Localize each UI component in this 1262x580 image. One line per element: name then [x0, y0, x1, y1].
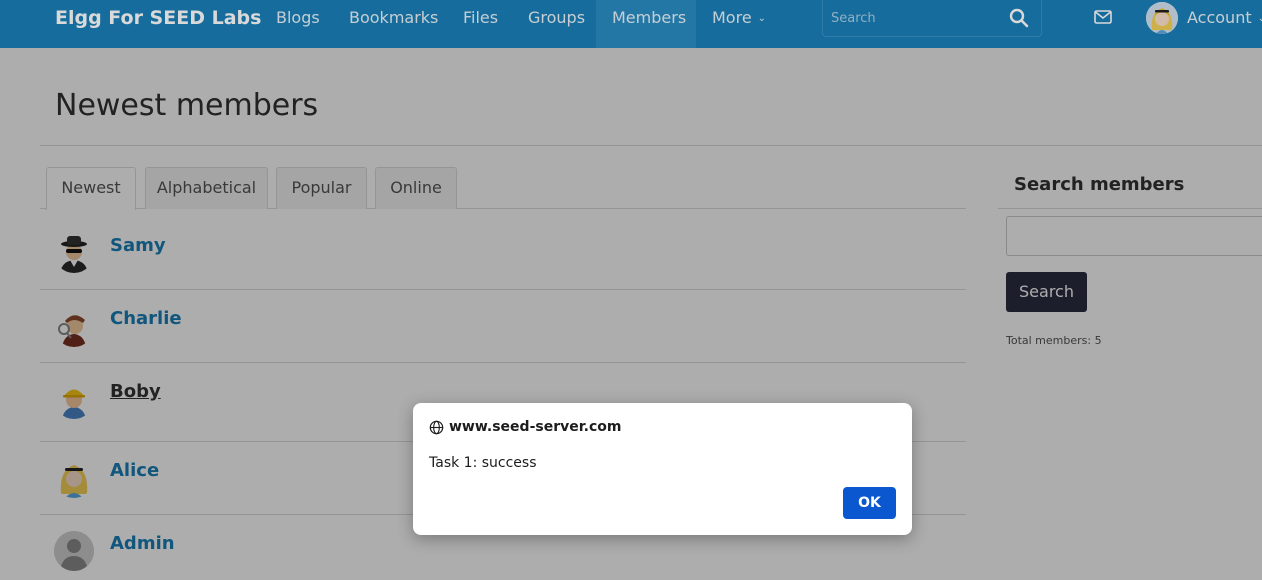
dialog-origin: www.seed-server.com	[449, 419, 622, 435]
dialog-message: Task 1: success	[429, 455, 537, 471]
alert-dialog: www.seed-server.com Task 1: success OK	[413, 403, 912, 535]
modal-overlay-top	[0, 0, 1262, 48]
ok-button[interactable]: OK	[843, 487, 896, 519]
globe-icon	[429, 420, 444, 435]
